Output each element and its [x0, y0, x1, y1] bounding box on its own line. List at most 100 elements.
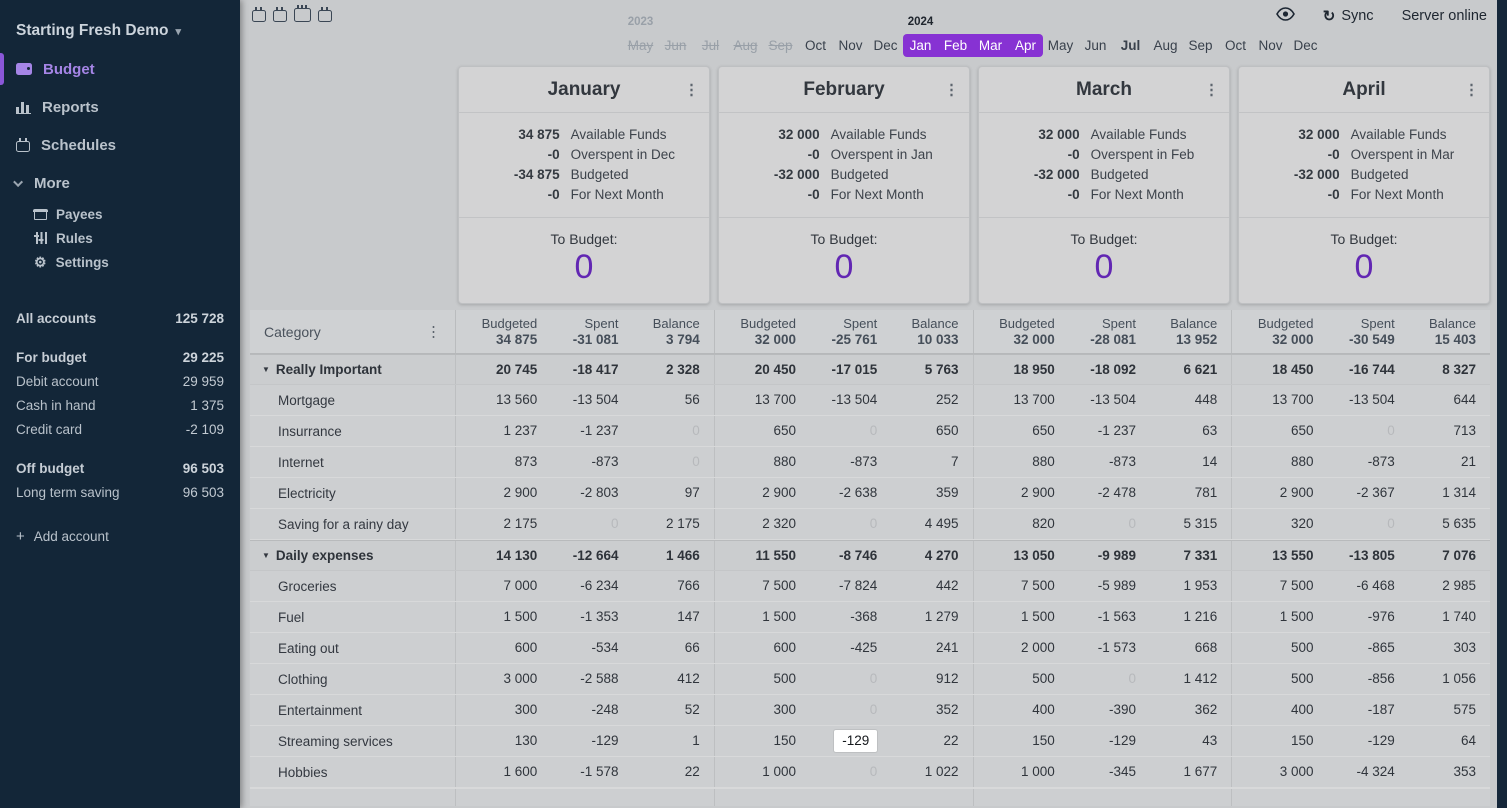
balance-cell[interactable]: 7 — [877, 447, 958, 477]
sidebar-item-rules[interactable]: Rules — [0, 226, 240, 250]
budgeted-cell[interactable]: 13 700 — [715, 385, 796, 415]
category-cell[interactable]: Entertainment — [250, 695, 455, 725]
budgeted-cell[interactable]: 2 900 — [1232, 478, 1313, 508]
timeline-month-jun[interactable]: Jun — [658, 34, 693, 57]
spent-cell[interactable]: -129 — [796, 726, 877, 756]
timeline-month-nov[interactable]: Nov — [1253, 34, 1288, 57]
balance-cell[interactable]: 303 — [1395, 633, 1476, 663]
category-cell[interactable]: Streaming services — [250, 726, 455, 756]
balance-cell[interactable]: 21 — [1395, 447, 1476, 477]
budgeted-cell[interactable]: 600 — [715, 633, 796, 663]
budgeted-cell[interactable]: 7 500 — [1232, 571, 1313, 601]
category-cell[interactable]: Groceries — [250, 571, 455, 601]
budgeted-cell[interactable]: 150 — [715, 726, 796, 756]
budgeted-cell[interactable]: 1 500 — [456, 602, 537, 632]
balance-cell[interactable]: 1 677 — [1136, 757, 1217, 787]
balance-cell[interactable]: 4 270 — [877, 541, 958, 570]
budgeted-cell[interactable]: 7 000 — [456, 571, 537, 601]
balance-cell[interactable]: 2 328 — [619, 355, 700, 384]
budgeted-cell[interactable]: 880 — [1232, 447, 1313, 477]
budgeted-cell[interactable]: 18 950 — [974, 355, 1055, 384]
budgeted-cell[interactable]: 2 900 — [974, 478, 1055, 508]
spent-cell[interactable]: -2 803 — [537, 478, 618, 508]
spent-cell[interactable]: -873 — [1314, 447, 1395, 477]
collapse-arrow-icon[interactable]: ▼ — [262, 551, 270, 560]
off-budget-row[interactable]: Off budget 96 503 — [0, 456, 240, 480]
budget-file-switcher[interactable]: Starting Fresh Demo ▾ — [16, 22, 224, 40]
spent-cell[interactable]: -13 504 — [537, 385, 618, 415]
balance-cell[interactable]: 1 216 — [1136, 602, 1217, 632]
budgeted-cell[interactable]: 1 600 — [456, 757, 537, 787]
sync-button[interactable]: ↻ Sync — [1323, 7, 1374, 25]
category-menu-button[interactable]: ⋮ — [426, 324, 441, 339]
spent-column-header[interactable]: Spent -31 081 — [537, 315, 618, 348]
balance-cell[interactable]: 252 — [877, 385, 958, 415]
balance-cell[interactable]: 5 763 — [877, 355, 958, 384]
privacy-eye-button[interactable] — [1276, 7, 1295, 25]
balance-cell[interactable]: 912 — [877, 664, 958, 694]
balance-cell[interactable]: 1 — [619, 726, 700, 756]
budgeted-cell[interactable]: 13 560 — [456, 385, 537, 415]
spent-cell[interactable]: -873 — [796, 447, 877, 477]
balance-cell[interactable]: 7 076 — [1395, 541, 1476, 570]
budgeted-cell[interactable]: 500 — [1232, 633, 1313, 663]
timeline-month-jul[interactable]: Jul — [693, 34, 728, 57]
all-accounts-row[interactable]: All accounts 125 728 — [0, 306, 240, 330]
budgeted-cell[interactable]: 2 175 — [456, 509, 537, 539]
budgeted-cell[interactable]: 13 700 — [1232, 385, 1313, 415]
balance-cell[interactable]: 1 412 — [1136, 664, 1217, 694]
spent-cell[interactable]: -13 805 — [1314, 541, 1395, 570]
spent-column-header[interactable]: Spent -30 549 — [1314, 315, 1395, 348]
four-month-view-button[interactable] — [294, 8, 311, 22]
budgeted-cell[interactable]: 650 — [715, 416, 796, 446]
budgeted-column-header[interactable]: Budgeted 34 875 — [456, 315, 537, 348]
budgeted-cell[interactable]: 400 — [974, 695, 1055, 725]
to-budget-button[interactable]: To Budget: 0 — [1239, 218, 1489, 303]
budgeted-cell[interactable]: 500 — [974, 664, 1055, 694]
balance-column-header[interactable]: Balance 13 952 — [1136, 315, 1217, 348]
timeline-month-oct[interactable]: Oct — [1218, 34, 1253, 57]
spent-cell[interactable]: -1 237 — [537, 416, 618, 446]
category-header[interactable]: Category ⋮ — [250, 310, 455, 353]
spent-cell[interactable]: -7 824 — [796, 571, 877, 601]
balance-cell[interactable]: 97 — [619, 478, 700, 508]
sidebar-item-payees[interactable]: Payees — [0, 202, 240, 226]
spent-cell[interactable]: -873 — [537, 447, 618, 477]
spent-cell[interactable]: -1 573 — [1055, 633, 1136, 663]
spent-cell[interactable]: 0 — [1314, 509, 1395, 539]
to-budget-button[interactable]: To Budget: 0 — [979, 218, 1229, 303]
spent-cell[interactable]: -248 — [537, 695, 618, 725]
category-cell[interactable]: Clothing — [250, 664, 455, 694]
category-cell[interactable]: Fuel — [250, 602, 455, 632]
balance-column-header[interactable]: Balance 10 033 — [877, 315, 958, 348]
budgeted-cell[interactable]: 1 000 — [974, 757, 1055, 787]
timeline-month-jun[interactable]: Jun — [1078, 34, 1113, 57]
budgeted-cell[interactable]: 500 — [715, 664, 796, 694]
spent-cell[interactable]: -4 324 — [1314, 757, 1395, 787]
spent-cell[interactable]: 0 — [1055, 664, 1136, 694]
sidebar-item-budget[interactable]: Budget — [0, 50, 240, 88]
spent-cell[interactable]: -17 015 — [796, 355, 877, 384]
spent-cell[interactable]: 0 — [1314, 416, 1395, 446]
category-cell[interactable]: Internet — [250, 447, 455, 477]
spent-cell[interactable]: -1 578 — [537, 757, 618, 787]
balance-column-header[interactable]: Balance 15 403 — [1395, 315, 1476, 348]
budgeted-cell[interactable]: 300 — [456, 695, 537, 725]
budgeted-cell[interactable]: 130 — [456, 726, 537, 756]
category-cell[interactable]: Hobbies — [250, 757, 455, 787]
budgeted-cell[interactable]: 18 450 — [1232, 355, 1313, 384]
budgeted-cell[interactable]: 150 — [1232, 726, 1313, 756]
account-row-cash[interactable]: Cash in hand 1 375 — [0, 393, 240, 417]
balance-cell[interactable]: 644 — [1395, 385, 1476, 415]
balance-cell[interactable]: 781 — [1136, 478, 1217, 508]
category-cell[interactable]: Mortgage — [250, 385, 455, 415]
category-cell[interactable]: Insurrance — [250, 416, 455, 446]
timeline-month-feb[interactable]: Feb — [938, 34, 973, 57]
for-budget-row[interactable]: For budget 29 225 — [0, 345, 240, 369]
timeline-month-aug[interactable]: Aug — [728, 34, 763, 57]
budgeted-column-header[interactable]: Budgeted 32 000 — [715, 315, 796, 348]
balance-cell[interactable]: 1 056 — [1395, 664, 1476, 694]
category-cell[interactable]: Eating out — [250, 633, 455, 663]
timeline-month-aug[interactable]: Aug — [1148, 34, 1183, 57]
balance-cell[interactable]: 22 — [619, 757, 700, 787]
